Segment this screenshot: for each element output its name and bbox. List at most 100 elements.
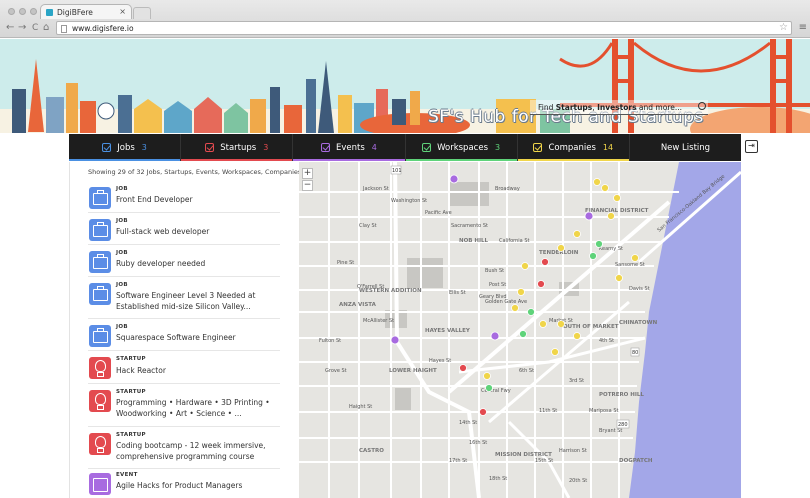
street-label: Broadway bbox=[495, 186, 520, 192]
lightbulb-icon bbox=[89, 433, 111, 455]
street-label: Pacific Ave bbox=[425, 210, 452, 216]
page-icon bbox=[61, 25, 67, 33]
map-marker-startup[interactable] bbox=[479, 408, 487, 416]
browser-tab[interactable]: DigiBFere × bbox=[40, 4, 132, 19]
list-item[interactable]: JOB Squarespace Software Engineer bbox=[88, 320, 280, 351]
minimize-window-dot[interactable] bbox=[19, 8, 26, 15]
map-marker-company[interactable] bbox=[511, 304, 519, 312]
search-prefix: Find bbox=[538, 103, 556, 112]
nav-count: 3 bbox=[495, 143, 501, 152]
browser-menu-icon[interactable]: ≡ bbox=[799, 23, 807, 33]
street-label: 20th St bbox=[569, 478, 587, 484]
map-marker-event[interactable] bbox=[390, 335, 400, 345]
map-view[interactable]: Jackson St Washington St Broadway Pacifi… bbox=[299, 162, 741, 498]
address-bar[interactable]: www.digisfere.io ☆ bbox=[56, 21, 792, 35]
forward-icon[interactable]: → bbox=[18, 22, 26, 34]
bookmark-star-icon[interactable]: ☆ bbox=[779, 22, 788, 33]
map-marker-company[interactable] bbox=[483, 372, 491, 380]
list-item[interactable]: JOB Front End Developer bbox=[88, 182, 280, 213]
map-marker-company[interactable] bbox=[517, 288, 525, 296]
list-item[interactable]: STARTUP Hack Reactor bbox=[88, 352, 280, 384]
map-marker-company[interactable] bbox=[521, 262, 529, 270]
new-tab-button[interactable] bbox=[133, 7, 151, 19]
results-count: Showing 29 of 32 Jobs, Startups, Events,… bbox=[88, 168, 299, 176]
briefcase-icon bbox=[89, 251, 111, 273]
logout-icon[interactable]: ⇥ bbox=[745, 140, 758, 153]
map-marker-company[interactable] bbox=[557, 320, 565, 328]
street-label: 14th St bbox=[459, 420, 477, 426]
street-label: Post St bbox=[489, 282, 506, 288]
maximize-window-dot[interactable] bbox=[30, 8, 37, 15]
map-marker-company[interactable] bbox=[613, 194, 621, 202]
new-listing-button[interactable]: New Listing bbox=[630, 134, 741, 161]
map-marker-event[interactable] bbox=[584, 211, 594, 221]
nav-tab-startups[interactable]: Startups 3 bbox=[181, 134, 294, 161]
map-marker-company[interactable] bbox=[551, 348, 559, 356]
map-marker-event[interactable] bbox=[449, 174, 459, 184]
banner-search-input[interactable]: Find Startups, Investors and more... bbox=[530, 100, 708, 115]
item-title: Hack Reactor bbox=[116, 366, 166, 375]
zoom-in-button[interactable]: + bbox=[302, 168, 313, 179]
neighborhood-label: LOWER HAIGHT bbox=[389, 368, 437, 374]
street-label: 11th St bbox=[539, 408, 557, 414]
map-marker-company[interactable] bbox=[573, 230, 581, 238]
list-item[interactable]: JOB Software Engineer Level 3 Needed at … bbox=[88, 278, 280, 319]
map-marker-company[interactable] bbox=[601, 184, 609, 192]
list-item[interactable]: JOB Full-stack web developer bbox=[88, 214, 280, 245]
briefcase-icon bbox=[89, 283, 111, 305]
back-icon[interactable]: ← bbox=[6, 22, 14, 34]
map-marker-company[interactable] bbox=[573, 332, 581, 340]
search-keyword-investors: Investors bbox=[597, 103, 637, 112]
map-marker-workspace[interactable] bbox=[485, 384, 493, 392]
map-canvas[interactable]: Jackson St Washington St Broadway Pacifi… bbox=[299, 162, 741, 498]
map-marker-startup[interactable] bbox=[541, 258, 549, 266]
map-marker-event[interactable] bbox=[490, 331, 500, 341]
map-marker-company[interactable] bbox=[607, 212, 615, 220]
map-marker-company[interactable] bbox=[593, 178, 601, 186]
list-item[interactable]: STARTUP Coding bootcamp - 12 week immers… bbox=[88, 428, 280, 469]
street-label: 6th St bbox=[519, 368, 534, 374]
map-marker-company[interactable] bbox=[615, 274, 623, 282]
search-icon[interactable] bbox=[698, 102, 706, 110]
item-title: Software Engineer Level 3 Needed at Esta… bbox=[116, 291, 256, 311]
street-label: Fulton St bbox=[319, 338, 341, 344]
home-icon[interactable]: ⌂ bbox=[43, 22, 49, 34]
map-marker-startup[interactable] bbox=[537, 280, 545, 288]
close-window-dot[interactable] bbox=[8, 8, 15, 15]
map-marker-startup[interactable] bbox=[459, 364, 467, 372]
map-marker-workspace[interactable] bbox=[519, 330, 527, 338]
item-type: JOB bbox=[116, 186, 128, 192]
nav-tab-workspaces[interactable]: Workspaces 3 bbox=[405, 134, 518, 161]
nav-label: Events bbox=[335, 142, 365, 153]
item-title: Ruby developer needed bbox=[116, 259, 206, 268]
checkbox-icon bbox=[320, 143, 330, 152]
street-label: Ellis St bbox=[449, 290, 466, 296]
map-marker-workspace[interactable] bbox=[589, 252, 597, 260]
nav-count: 14 bbox=[602, 143, 614, 152]
nav-label: Startups bbox=[220, 142, 257, 153]
nav-tab-jobs[interactable]: Jobs 3 bbox=[69, 134, 182, 161]
street-label: Bryant St bbox=[599, 428, 622, 434]
reload-icon[interactable]: C bbox=[32, 22, 38, 34]
neighborhood-label: ANZA VISTA bbox=[339, 302, 377, 308]
map-marker-workspace[interactable] bbox=[595, 240, 603, 248]
nav-tab-events[interactable]: Events 4 bbox=[293, 134, 406, 161]
zoom-out-button[interactable]: − bbox=[302, 180, 313, 191]
map-marker-workspace[interactable] bbox=[527, 308, 535, 316]
list-item[interactable]: EVENT Agile Hacks for Product Managers bbox=[88, 470, 280, 498]
neighborhood-label: MISSION DISTRICT bbox=[495, 452, 552, 458]
nav-underline bbox=[405, 159, 517, 161]
tab-close-icon[interactable]: × bbox=[119, 7, 126, 16]
briefcase-icon bbox=[89, 187, 111, 209]
new-listing-label: New Listing bbox=[660, 142, 711, 153]
map-marker-company[interactable] bbox=[557, 244, 565, 252]
list-item[interactable]: STARTUP Programming • Hardware • 3D Prin… bbox=[88, 385, 280, 427]
list-item[interactable]: JOB Ruby developer needed bbox=[88, 246, 280, 277]
browser-chrome: DigiBFere × ← → C ⌂ www.digisfere.io ☆ ≡ bbox=[0, 0, 810, 38]
url-text: www.digisfere.io bbox=[72, 24, 134, 33]
street-label: 18th St bbox=[489, 476, 507, 482]
street-label: Davis St bbox=[629, 286, 650, 292]
map-marker-company[interactable] bbox=[539, 320, 547, 328]
map-marker-company[interactable] bbox=[631, 254, 639, 262]
nav-tab-companies[interactable]: Companies 14 bbox=[517, 134, 630, 161]
